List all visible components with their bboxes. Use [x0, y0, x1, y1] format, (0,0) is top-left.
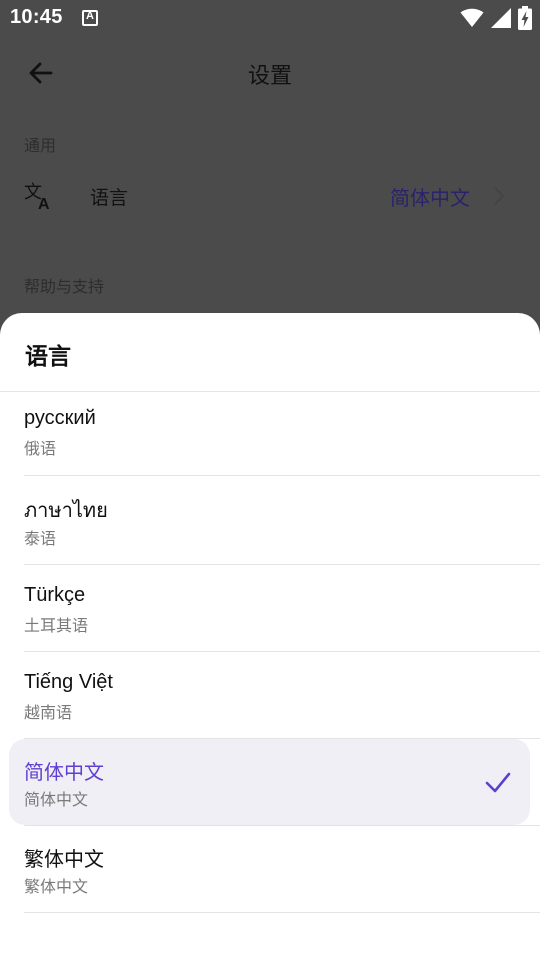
language-option-thai[interactable]: ภาษาไทย 泰语: [0, 476, 540, 565]
option-subtitle: 泰语: [24, 529, 57, 548]
language-option-vietnamese[interactable]: Tiếng Việt 越南语: [0, 652, 540, 739]
option-name: ภาษาไทย: [24, 500, 108, 522]
language-bottom-sheet: 语言 русский 俄语 ภาษาไทย 泰语 Türkçe 土耳其语 Tiế…: [0, 313, 540, 960]
option-subtitle: 越南语: [24, 703, 73, 722]
option-subtitle: 简体中文: [24, 790, 89, 809]
option-name: 繁体中文: [24, 849, 104, 871]
language-options-list: русский 俄语 ภาษาไทย 泰语 Türkçe 土耳其语 Tiếng …: [0, 392, 540, 913]
option-subtitle: 繁体中文: [24, 877, 89, 896]
option-name: 简体中文: [24, 762, 104, 784]
language-option-russian[interactable]: русский 俄语: [0, 392, 540, 476]
option-subtitle: 土耳其语: [24, 616, 89, 635]
option-name: Tiếng Việt: [24, 671, 113, 693]
option-name: Türkçe: [24, 584, 86, 606]
language-option-turkish[interactable]: Türkçe 土耳其语: [0, 565, 540, 652]
check-icon: [485, 772, 511, 793]
divider: [24, 912, 540, 913]
language-option-traditional-chinese[interactable]: 繁体中文 繁体中文: [0, 826, 540, 913]
sheet-title: 语言: [25, 344, 71, 370]
option-subtitle: 俄语: [24, 439, 57, 458]
language-option-simplified-chinese[interactable]: 简体中文 简体中文: [0, 739, 540, 826]
option-name: русский: [24, 407, 96, 429]
